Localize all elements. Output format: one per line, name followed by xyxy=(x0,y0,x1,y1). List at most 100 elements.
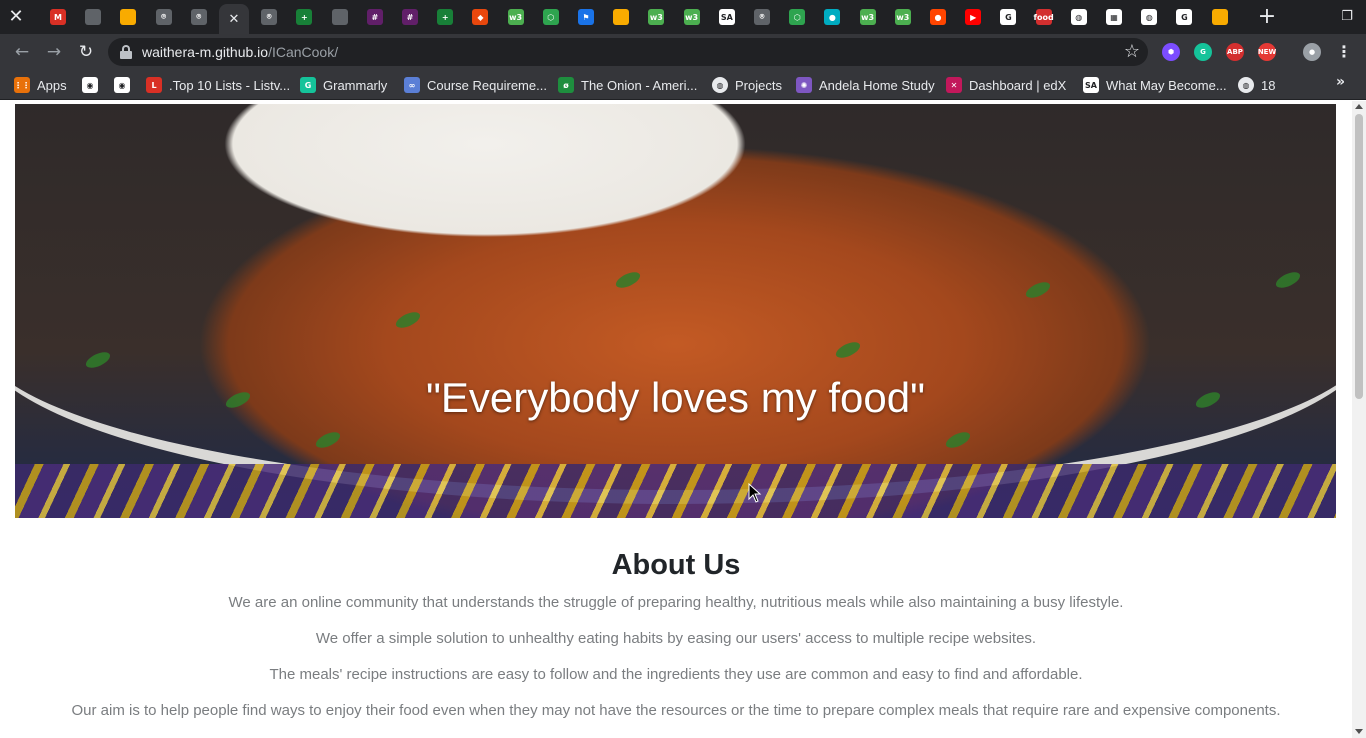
tab-generic-1[interactable] xyxy=(78,4,108,30)
tab-sheets[interactable]: + xyxy=(289,4,319,30)
extension-grammarly[interactable]: G xyxy=(1194,43,1212,61)
google-icon: G xyxy=(1176,9,1193,25)
page-scrollbar[interactable] xyxy=(1352,101,1366,738)
reddit-icon: ● xyxy=(930,9,946,25)
tab-sheets-3[interactable]: ▦ xyxy=(1099,4,1129,30)
tab-google-keep[interactable] xyxy=(113,4,143,30)
bookmark-item[interactable]: ◉ xyxy=(114,76,137,94)
tab-google-2[interactable]: G xyxy=(1169,4,1199,30)
w3schools-icon: w3 xyxy=(683,9,700,25)
window-restore-icon[interactable]: ❐ xyxy=(1338,9,1356,25)
bookmark-item[interactable]: ◍ 18 xyxy=(1238,76,1275,94)
bookmark-label: Apps xyxy=(37,77,67,93)
page-icon xyxy=(331,9,348,25)
tab-google-1[interactable]: G xyxy=(993,4,1023,30)
bookmark-label: Grammarly xyxy=(323,77,388,93)
scroll-down-arrow-icon[interactable] xyxy=(1355,729,1363,734)
bookmark-item[interactable]: G Grammarly xyxy=(300,76,387,94)
tablecloth xyxy=(15,464,1336,518)
tab-slack-2[interactable]: # xyxy=(395,4,425,30)
slack-icon: # xyxy=(366,9,383,25)
back-button[interactable]: ← xyxy=(10,41,34,63)
extension-hexagon[interactable]: ⬢ xyxy=(1162,43,1180,61)
github-icon: ⌾ xyxy=(261,9,278,25)
forward-button[interactable]: → xyxy=(42,41,66,63)
about-title: About Us xyxy=(611,549,741,581)
close-icon[interactable]: ✕ xyxy=(6,7,26,27)
address-bar[interactable]: waithera-m.github.io/ICanCook/ ☆ xyxy=(108,38,1148,66)
tab-globe-2[interactable]: ◍ xyxy=(1134,4,1164,30)
tab-person[interactable]: ● xyxy=(817,4,847,30)
tab-github-3[interactable]: ⌾ xyxy=(254,4,284,30)
bookmark-item[interactable]: ⋮⋮ Apps xyxy=(14,76,67,94)
github-icon: ⌾ xyxy=(155,9,172,25)
tab-flag[interactable]: ⚑ xyxy=(571,4,601,30)
tab-globe-1[interactable]: ◍ xyxy=(1064,4,1094,30)
sa-icon: SA xyxy=(718,9,735,25)
bookmark-item[interactable]: ✕ Dashboard | edX xyxy=(946,76,1066,94)
w3schools-icon: w3 xyxy=(507,9,524,25)
tab-w3-5[interactable]: w3 xyxy=(888,4,918,30)
extension-new[interactable]: NEW xyxy=(1258,43,1276,61)
w3schools-icon: w3 xyxy=(859,9,876,25)
tab-w3-3[interactable]: w3 xyxy=(677,4,707,30)
scroll-up-arrow-icon[interactable] xyxy=(1355,104,1363,109)
bookmark-label: Course Requireme... xyxy=(427,77,547,93)
tab-youtube[interactable]: ▶ xyxy=(958,4,988,30)
tab-w3-4[interactable]: w3 xyxy=(853,4,883,30)
extension-adblock[interactable]: ABP xyxy=(1226,43,1244,61)
lock-icon xyxy=(120,45,132,59)
tab-sheets-2[interactable]: + xyxy=(430,4,460,30)
tab-food[interactable]: food xyxy=(1029,4,1059,30)
listverse-icon: L xyxy=(146,77,162,93)
bookmark-item[interactable]: ◍ Projects xyxy=(712,76,782,94)
bookmark-star-icon[interactable]: ☆ xyxy=(1124,41,1140,62)
scrollbar-thumb[interactable] xyxy=(1355,114,1363,399)
hero-quote: "Everybody loves my food" xyxy=(425,374,926,421)
tab-git[interactable]: ◆ xyxy=(465,4,495,30)
tab-keep-3[interactable] xyxy=(1205,4,1235,30)
tab-generic-2[interactable] xyxy=(325,4,355,30)
profile-avatar[interactable]: ● xyxy=(1303,43,1321,61)
bookmark-item[interactable]: L .Top 10 Lists - Listv... xyxy=(146,76,290,94)
url-domain: waithera-m.github.io xyxy=(142,44,269,60)
tab-keep-2[interactable] xyxy=(606,4,636,30)
tab-w3-2[interactable]: w3 xyxy=(641,4,671,30)
reload-button[interactable]: ↻ xyxy=(74,41,98,63)
page-viewport: "Everybody loves my food" About Us We ar… xyxy=(0,101,1352,738)
tab-strip: ✕ M ⌾ ⌾ ✕ ⌾ + # # + ◆ w3 ⬡ ⚑ w3 w3 SA ⌾ ⬡ ● w3 w3 ● ▶ Gfood ◍ ▦ ◍ G… xyxy=(0,0,1366,34)
tab-sa[interactable]: SA xyxy=(712,4,742,30)
tab-slack-1[interactable]: # xyxy=(360,4,390,30)
tab-gmail[interactable]: M xyxy=(43,4,73,30)
tab-codacy-2[interactable]: ⬡ xyxy=(782,4,812,30)
tab-reddit[interactable]: ● xyxy=(923,4,953,30)
git-icon: ◆ xyxy=(472,9,489,25)
hexagon-icon: ⬡ xyxy=(789,9,806,25)
w3schools-icon: w3 xyxy=(648,9,665,25)
bookmark-item[interactable]: SA What May Become... xyxy=(1083,76,1227,94)
google-icon: G xyxy=(1000,9,1017,25)
bookmark-label: The Onion - Ameri... xyxy=(581,77,698,93)
grammarly-icon: G xyxy=(300,77,316,93)
tab-w3-1[interactable]: w3 xyxy=(501,4,531,30)
tab-codacy[interactable]: ⬡ xyxy=(536,4,566,30)
bookmark-item[interactable]: ◉ xyxy=(82,76,105,94)
bookmark-item[interactable]: ø The Onion - Ameri... xyxy=(558,76,697,94)
tab-github-1[interactable]: ⌾ xyxy=(149,4,179,30)
more-bookmarks-icon[interactable]: » xyxy=(1336,74,1345,90)
globe-icon: ◍ xyxy=(1141,9,1158,25)
food-icon: food xyxy=(1034,9,1054,25)
new-tab-button[interactable]: + xyxy=(1255,6,1279,28)
tab-active[interactable]: ✕ xyxy=(219,4,249,34)
close-tab-icon: ✕ xyxy=(228,11,240,27)
reddit-icon: ◉ xyxy=(82,77,98,93)
about-paragraph-3: The meals' recipe instructions are easy … xyxy=(269,666,1083,683)
tab-github-4[interactable]: ⌾ xyxy=(747,4,777,30)
browser-menu-icon[interactable]: ⋮ xyxy=(1336,42,1352,62)
github-icon: ⌾ xyxy=(190,9,207,25)
sheets-icon: + xyxy=(296,9,313,25)
tab-github-2[interactable]: ⌾ xyxy=(184,4,214,30)
bookmark-item[interactable]: ∞ Course Requireme... xyxy=(404,76,547,94)
url-text[interactable]: waithera-m.github.io/ICanCook/ xyxy=(142,44,338,60)
bookmark-item[interactable]: ✺ Andela Home Study xyxy=(796,76,935,94)
